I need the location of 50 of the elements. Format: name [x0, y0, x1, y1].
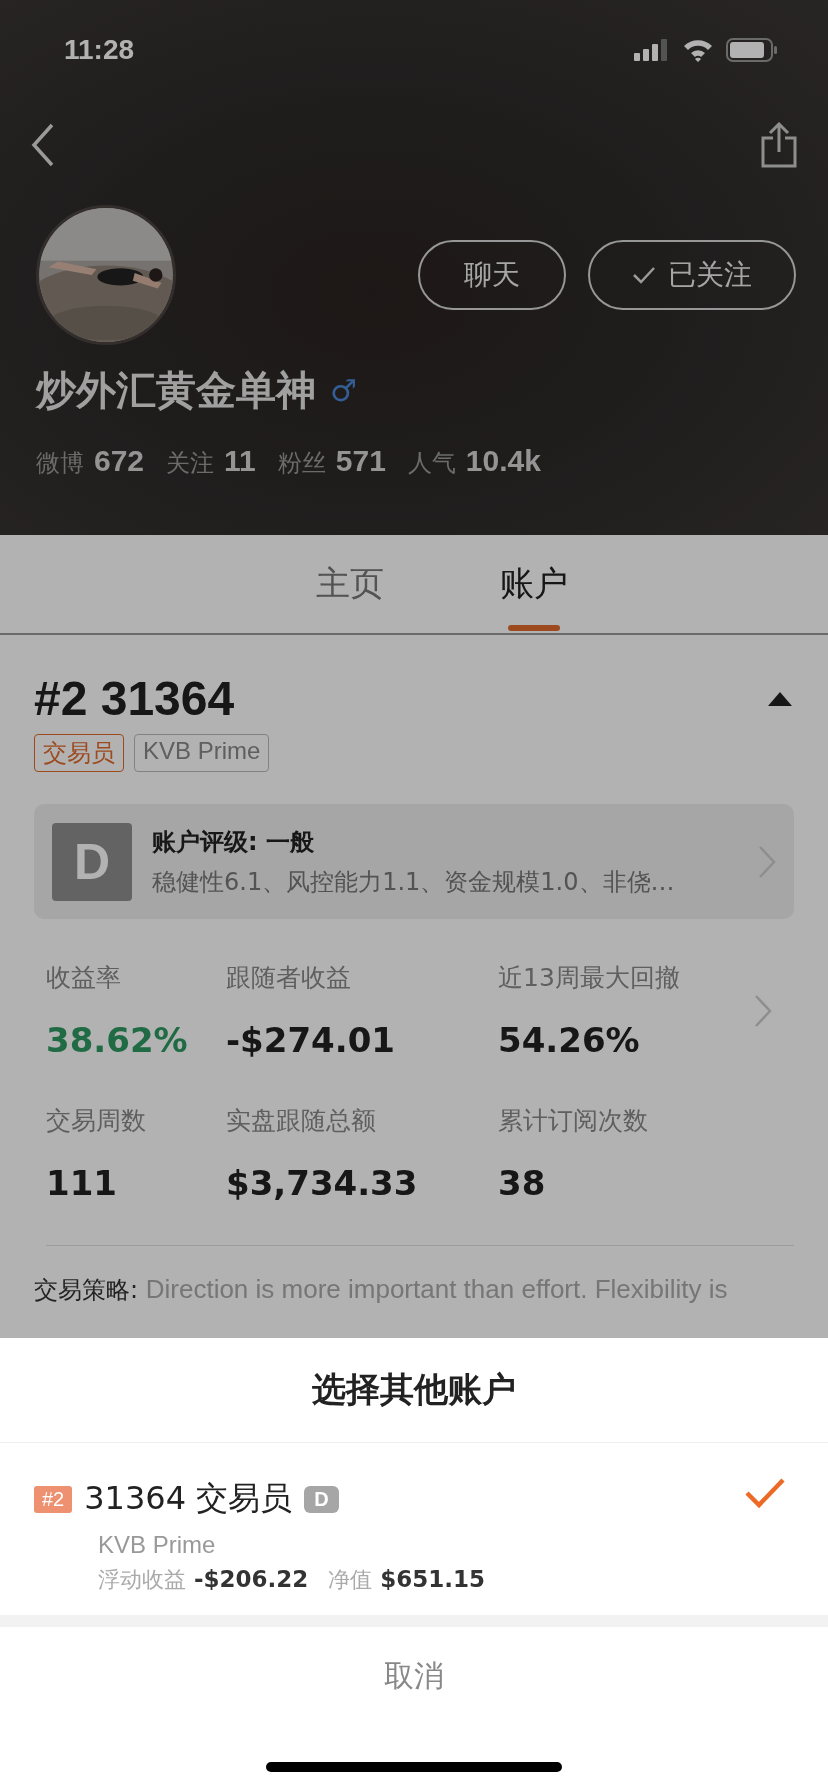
rating-description: 稳健性6.1、风控能力1.1、资金规模1.0、非侥… — [152, 866, 676, 898]
wifi-icon — [682, 38, 714, 62]
share-icon[interactable] — [760, 122, 798, 168]
metric-value: 54.26% — [498, 1020, 641, 1060]
back-icon[interactable] — [30, 123, 56, 167]
equity-value: $651.15 — [380, 1566, 486, 1592]
metric-value: 38.62% — [46, 1020, 189, 1060]
metric-label: 近13周最大回撤 — [498, 962, 681, 994]
account-name: 31364 交易员 — [84, 1478, 293, 1519]
stat-value: 10.4k — [465, 444, 541, 477]
metric-label: 实盘跟随总额 — [226, 1105, 377, 1137]
role-tag: 交易员 — [34, 734, 124, 772]
user-name: 炒外汇黄金单神 — [36, 366, 316, 415]
stat-label: 微博 — [36, 449, 84, 477]
metric-label: 收益率 — [46, 962, 122, 994]
grade-badge: D — [304, 1485, 339, 1513]
rating-title: 账户评级: 一般 — [152, 826, 315, 858]
gender-symbol: ♂ — [330, 373, 357, 408]
tab[interactable]: 账户 — [500, 535, 568, 633]
metric-label: 跟随者收益 — [226, 962, 352, 994]
signal-icon — [634, 39, 670, 61]
chat-button[interactable]: 聊天 — [418, 240, 566, 310]
check-icon — [632, 265, 656, 285]
floating-value: -$206.22 — [194, 1566, 309, 1592]
strategy-text: 交易策略: Direction is more important than effort. Flexibility is — [34, 1274, 729, 1306]
rating-card[interactable]: D 账户评级: 一般 稳健性6.1、风控能力1.1、资金规模1.0、非侥… — [34, 804, 794, 919]
chevron-right-icon — [758, 844, 776, 879]
stat-value: 672 — [94, 444, 145, 477]
broker-tag: KVB Prime — [134, 734, 270, 772]
stat-label: 人气 — [407, 449, 456, 477]
metric-value: 111 — [46, 1163, 118, 1203]
stat-value: 571 — [335, 444, 386, 477]
account-title: #2 31364 — [34, 671, 235, 726]
broker-name: KVB Prime — [98, 1531, 217, 1559]
index-tag: #2 — [34, 1485, 73, 1513]
equity-label: 净值 — [328, 1566, 373, 1594]
metric-label: 交易周数 — [46, 1105, 147, 1137]
floating-label: 浮动收益 — [98, 1566, 186, 1594]
metric-label: 累计订阅次数 — [498, 1105, 649, 1137]
follow-button[interactable]: 已关注 — [588, 240, 796, 310]
stat-label: 粉丝 — [277, 449, 326, 477]
grade-badge: D — [52, 822, 132, 901]
metric-value: $3,734.33 — [226, 1163, 419, 1203]
battery-icon — [726, 38, 778, 62]
tab[interactable]: 主页 — [316, 535, 384, 633]
status-time: 11:28 — [64, 34, 135, 66]
stat-label: 关注 — [166, 449, 215, 477]
metric-value: -$274.01 — [226, 1020, 396, 1060]
metric-value: 38 — [498, 1163, 547, 1203]
stat-value: 11 — [224, 444, 256, 477]
